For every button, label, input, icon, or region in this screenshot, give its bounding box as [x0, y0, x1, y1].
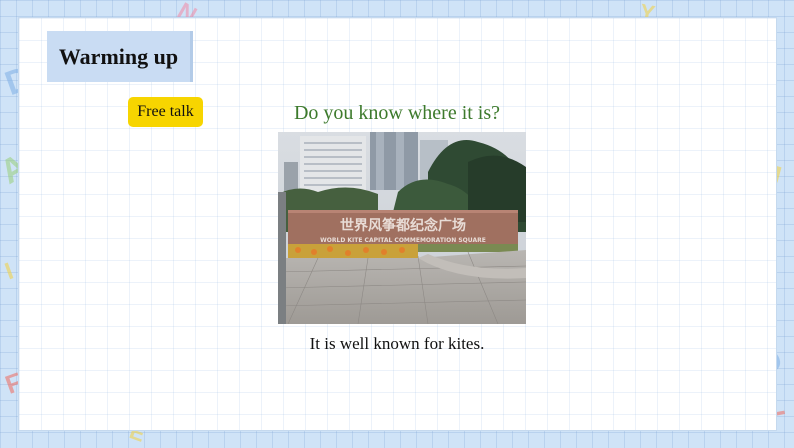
sign-english-text: WORLD KITE CAPITAL COMMEMORATION SQUARE — [320, 237, 486, 244]
question-label: Do you know where it is? — [293, 102, 501, 124]
kite-square-photo: 世界风筝都纪念广场 WORLD KITE CAPITAL COMMEMORATI… — [278, 132, 526, 324]
section-title: Warming up — [58, 43, 179, 69]
sign-chinese-text: 世界风筝都纪念广场 — [340, 217, 466, 234]
section-title-box: Warming up — [47, 31, 193, 82]
deco-letter-i2: I — [1, 257, 17, 286]
question-text: Do you know where it is? — [0, 102, 794, 125]
photo-illustration: 世界风筝都纪念广场 WORLD KITE CAPITAL COMMEMORATI… — [278, 132, 526, 324]
caption-text: It is well known for kites. — [309, 334, 485, 353]
